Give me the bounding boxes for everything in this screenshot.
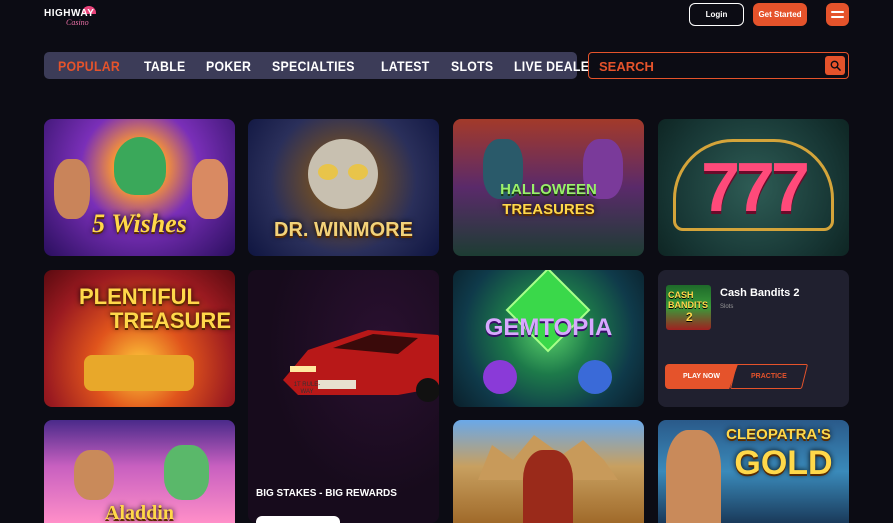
game-card-plentiful-treasure[interactable]: PLENTIFUL TREASURE xyxy=(44,270,235,407)
purple-gem xyxy=(483,360,517,394)
tab-slots[interactable]: SLOTS xyxy=(451,58,493,74)
featured-game-category: Slots xyxy=(720,304,734,310)
game-logo-line-2: GOLD xyxy=(734,444,833,482)
game-card-halloween-treasures[interactable]: HALLOWEEN TREASURES xyxy=(453,119,644,256)
top-bar: HIGHWAY Casino Login Get Started xyxy=(0,0,893,34)
game-logo-line-2: TREASURES xyxy=(502,201,595,218)
search-icon xyxy=(830,60,841,71)
game-card-gemtopia[interactable]: GEMTOPIA xyxy=(453,270,644,407)
search-box xyxy=(588,52,849,79)
game-logo-text: 5 Wishes xyxy=(92,209,187,238)
tab-live-dealer[interactable]: LIVE DEALER xyxy=(514,58,598,74)
goggle-right xyxy=(348,164,368,180)
game-logo-line-1: CLEOPATRA'S xyxy=(726,426,831,443)
hamburger-menu-button[interactable] xyxy=(826,3,849,26)
tab-popular[interactable]: POPULAR xyxy=(58,58,120,74)
game-logo-text: 777 xyxy=(701,148,810,226)
logo-subtitle: Casino xyxy=(66,18,89,27)
login-button[interactable]: Login xyxy=(689,3,744,26)
cleopatra-figure xyxy=(666,430,721,523)
menu-bar-icon xyxy=(831,16,844,18)
cash-bandits-thumbnail[interactable]: CASH BANDITS 2 xyxy=(666,285,711,330)
search-button[interactable] xyxy=(825,56,845,75)
game-card-5-wishes[interactable]: 5 Wishes xyxy=(44,119,235,256)
tab-latest[interactable]: LATEST xyxy=(381,58,430,74)
thumb-text-1: CASH xyxy=(668,290,694,300)
category-nav: POPULAR TABLE POKER SPECIALTIES LATEST S… xyxy=(44,52,599,79)
thumb-text-2: BANDITS xyxy=(668,300,708,310)
warrior-figure xyxy=(523,450,573,523)
license-plate: 1T RULE-WAY xyxy=(293,382,321,395)
game-card-aladdin[interactable]: Aladdin xyxy=(44,420,235,523)
featured-game-name: Cash Bandits 2 xyxy=(720,287,800,299)
game-logo-line-1: PLENTIFUL xyxy=(79,284,200,309)
character-left xyxy=(74,450,114,500)
promo-cta-button[interactable] xyxy=(256,516,340,523)
game-logo-text: DR. WINMORE xyxy=(274,219,413,241)
tab-table[interactable]: TABLE xyxy=(144,58,185,74)
search-input[interactable] xyxy=(599,57,819,75)
gold-pot xyxy=(84,355,194,391)
get-started-button[interactable]: Get Started xyxy=(753,3,807,26)
featured-game-card: CASH BANDITS 2 Cash Bandits 2 Slots PLAY… xyxy=(658,270,849,407)
menu-bar-icon xyxy=(831,11,844,13)
promo-banner[interactable]: 1T RULE-WAY BIG STAKES - BIG REWARDS xyxy=(248,270,439,523)
game-logo-text: GEMTOPIA xyxy=(484,314,613,341)
game-card-gladiator[interactable] xyxy=(453,420,644,523)
promo-headline: BIG STAKES - BIG REWARDS xyxy=(256,488,397,499)
game-logo-line-2: TREASURE xyxy=(109,308,231,333)
game-card-dr-winmore[interactable]: DR. WINMORE xyxy=(248,119,439,256)
game-card-cleopatras-gold[interactable]: CLEOPATRA'S GOLD xyxy=(658,420,849,523)
game-card-777[interactable]: 777 xyxy=(658,119,849,256)
play-now-button[interactable]: PLAY NOW xyxy=(665,364,738,389)
genie-figure xyxy=(114,137,166,195)
blue-gem xyxy=(578,360,612,394)
goggle-left xyxy=(318,164,338,180)
game-logo-text: Aladdin xyxy=(105,502,174,523)
practice-label: PRACTICE xyxy=(751,373,787,380)
site-logo[interactable]: HIGHWAY Casino xyxy=(44,6,102,28)
tab-poker[interactable]: POKER xyxy=(206,58,251,74)
game-logo-line-1: HALLOWEEN xyxy=(500,181,597,198)
practice-button[interactable]: PRACTICE xyxy=(729,364,809,389)
tab-specialties[interactable]: SPECIALTIES xyxy=(272,58,355,74)
thumb-text-3: 2 xyxy=(686,310,693,324)
genie-figure xyxy=(164,445,209,500)
